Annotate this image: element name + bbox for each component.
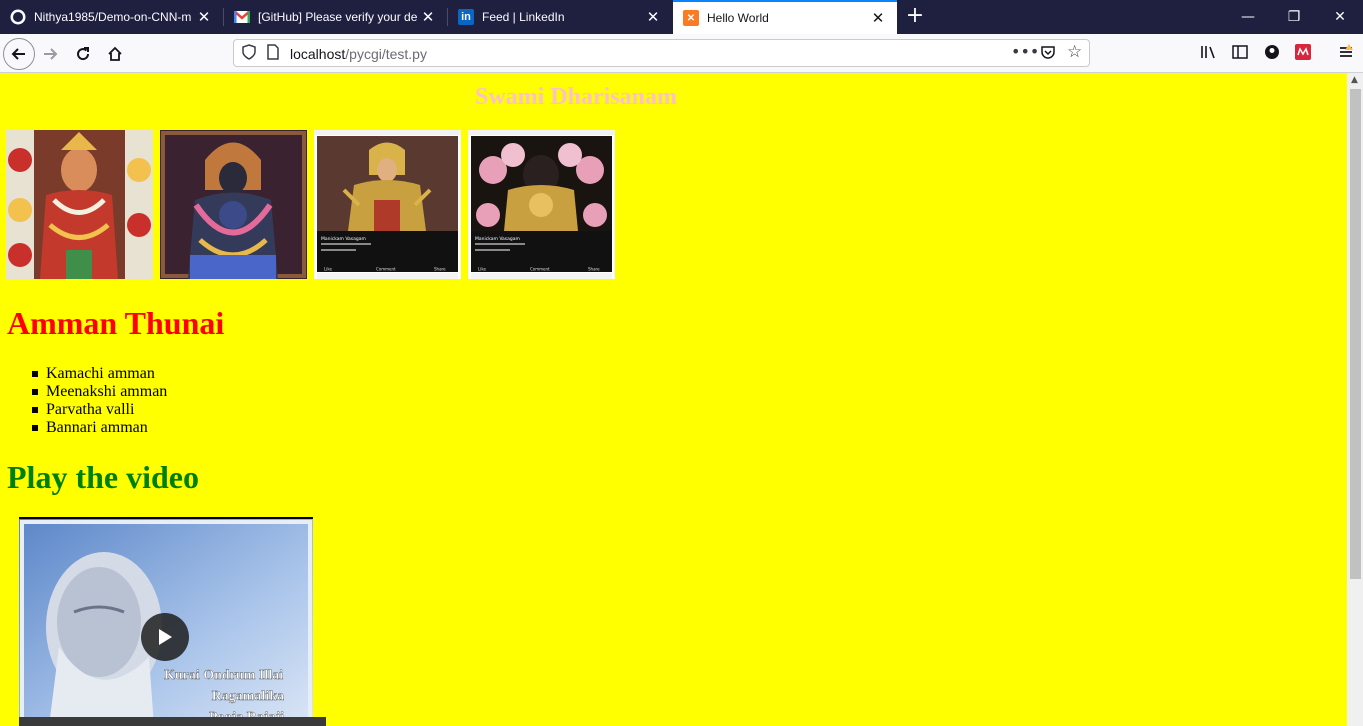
close-icon[interactable]: ✕	[193, 8, 215, 26]
comment-label: Comment	[530, 267, 550, 272]
close-icon[interactable]: ✕	[417, 8, 439, 26]
sidebar-icon[interactable]	[1232, 44, 1248, 64]
page-info-icon[interactable]	[266, 44, 280, 64]
list-item: Kamachi amman	[31, 365, 167, 383]
forward-button[interactable]	[35, 39, 65, 69]
url-text[interactable]: localhost/pycgi/test.py	[290, 46, 427, 62]
overlay-author: Manickam Vasagam	[475, 236, 520, 242]
github-icon	[10, 9, 26, 25]
deity-image-1	[6, 130, 153, 279]
deity-list: Kamachi amman Meenakshi amman Parvatha v…	[31, 365, 168, 437]
deity-image-2	[160, 130, 307, 279]
scroll-up-icon[interactable]: ▲	[1351, 75, 1358, 85]
list-item: Meenakshi amman	[31, 383, 168, 400]
close-icon[interactable]: ✕	[642, 8, 664, 26]
share-label: Share	[434, 267, 446, 272]
restore-icon[interactable]: ❐	[1271, 0, 1317, 34]
minimize-icon[interactable]: —	[1225, 0, 1271, 34]
bookmark-star-icon[interactable]: ☆	[1067, 42, 1082, 62]
pocket-icon[interactable]	[1040, 44, 1056, 64]
list-item: Bannari amman	[31, 419, 167, 437]
like-label: Like	[478, 267, 487, 272]
back-button[interactable]	[3, 38, 35, 70]
library-icon[interactable]	[1200, 44, 1217, 64]
video-player[interactable]: Kurai Ondrum Illai Ragamalika Pooja Raja…	[19, 517, 313, 726]
play-icon[interactable]	[141, 613, 189, 661]
tracking-shield-icon[interactable]	[242, 44, 256, 64]
list-item: Parvatha valli	[31, 401, 167, 419]
close-window-icon[interactable]: ✕	[1317, 0, 1363, 34]
like-label: Like	[324, 267, 333, 272]
heading-play-video: Play the video	[7, 459, 199, 495]
menu-icon[interactable]	[1338, 44, 1354, 64]
tab-hello-world[interactable]: ✕ Hello World ✕	[673, 0, 897, 34]
share-label: Share	[588, 267, 600, 272]
tab-title: Hello World	[707, 11, 769, 25]
new-tab-icon[interactable]: +	[903, 3, 927, 28]
reload-button[interactable]	[68, 39, 98, 69]
more-actions-icon[interactable]: •••	[1011, 42, 1039, 61]
extension-icon[interactable]	[1295, 44, 1311, 64]
account-icon[interactable]	[1264, 44, 1280, 64]
linkedin-icon: in	[458, 9, 474, 25]
heading-amman-thunai: Amman Thunai	[7, 305, 225, 341]
nav-toolbar: localhost/pycgi/test.py ••• ☆	[0, 34, 1363, 73]
page-content: Swami Dharisanam Manickam Vasagam Like C…	[0, 73, 1347, 726]
page-caption: Swami Dharisanam	[475, 84, 678, 110]
tab-title: Nithya1985/Demo-on-CNN-m	[34, 10, 192, 24]
tab-github[interactable]: Nithya1985/Demo-on-CNN-m ✕	[0, 0, 223, 34]
scrollbar-thumb[interactable]	[1350, 89, 1361, 579]
tab-linkedin[interactable]: in Feed | LinkedIn ✕	[448, 0, 672, 34]
deity-image-4: Manickam Vasagam Like Comment Share	[468, 130, 615, 279]
gmail-icon	[234, 9, 250, 25]
video-line-2: Ragamalika	[212, 689, 284, 704]
tab-title: Feed | LinkedIn	[482, 10, 565, 24]
home-button[interactable]	[100, 39, 130, 69]
close-icon[interactable]: ✕	[867, 9, 889, 27]
tab-strip: Nithya1985/Demo-on-CNN-m ✕ [GitHub] Plea…	[0, 0, 1363, 34]
xampp-icon: ✕	[683, 10, 699, 26]
url-bar[interactable]: localhost/pycgi/test.py ••• ☆	[233, 39, 1090, 67]
comment-label: Comment	[376, 267, 396, 272]
video-line-1: Kurai Ondrum Illai	[164, 668, 283, 683]
video-controls-bar[interactable]	[19, 717, 326, 726]
scrollbar[interactable]: ▲	[1347, 73, 1363, 726]
tab-title: [GitHub] Please verify your dev	[258, 10, 417, 24]
tab-gmail[interactable]: [GitHub] Please verify your dev ✕	[224, 0, 447, 34]
overlay-author: Manickam Vasagam	[321, 236, 366, 242]
deity-image-3: Manickam Vasagam Like Comment Share	[314, 130, 461, 279]
